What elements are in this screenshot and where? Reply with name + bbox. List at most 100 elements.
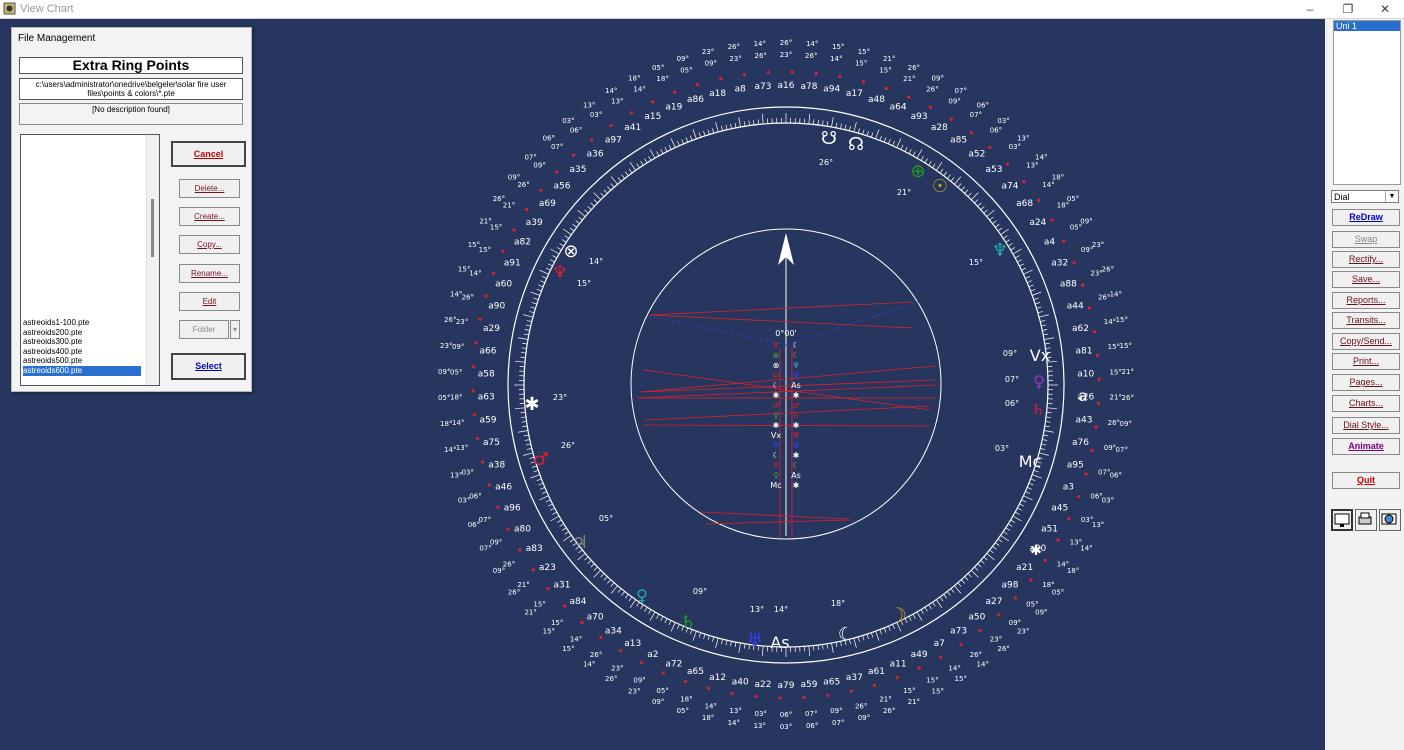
pages-button[interactable]: Pages... [1332,374,1400,391]
dial-style-button[interactable]: Dial Style... [1332,417,1400,434]
folder-button[interactable]: Folder [179,320,229,339]
asteroid-label: a75 [483,438,500,448]
degree-tick [533,469,539,473]
degree-tick [943,594,947,599]
chevron-down-icon[interactable]: ▼ [1385,191,1398,202]
outer-degree-label: 18° [680,696,692,704]
file-list-item[interactable]: astreoids300.pte [23,337,141,347]
minimize-button[interactable]: – [1291,0,1329,18]
svg-text:♅: ♅ [792,441,799,450]
edit-button[interactable]: Edit [179,292,240,311]
outer-degree-label: 07° [479,516,491,524]
scrollbar-thumb[interactable] [151,199,154,257]
dial-select[interactable]: Dial ▼ [1331,190,1399,203]
file-list-item[interactable]: astreoids1-100.pte [23,318,141,328]
degree-tick [1036,306,1042,309]
maximize-button[interactable]: ❐ [1329,0,1367,18]
svg-text:☾: ☾ [772,381,779,390]
svg-text:09°: 09° [1003,349,1017,358]
animate-button[interactable]: Animate [1332,438,1400,455]
outer-degree-label: 21° [883,55,895,63]
asteroid-label: a50 [968,612,985,622]
degree-tick [826,643,829,649]
asteroid-label: a24 [1029,218,1046,228]
redraw-button[interactable]: ReDraw [1332,209,1400,226]
svg-text:☾: ☾ [772,451,779,460]
degree-tick [1023,269,1033,275]
asteroid-label: a97 [605,136,622,146]
asteroid-mark [907,95,911,99]
outer-degree-label: 05° [656,687,668,695]
transits-button[interactable]: Transits... [1332,312,1400,329]
degree-tick [587,560,592,564]
file-list-item[interactable]: astreoids500.pte [23,356,141,366]
degree-tick [1017,259,1022,263]
outer-degree-label: 13° [754,722,766,730]
window-titlebar: View Chart – ❐ ✕ [0,0,1404,19]
degree-tick [522,425,528,428]
outer-degree-label: 15° [932,687,944,695]
printer-icon [1358,512,1372,525]
file-list[interactable]: astreoids1-100.pte astreoids200.pte astr… [20,134,160,386]
close-button[interactable]: ✕ [1366,0,1404,18]
degree-tick [707,635,710,641]
degree-tick [525,443,531,446]
vertex-label[interactable]: Vx [1030,346,1050,365]
degree-tick [831,642,834,653]
asteroid-mark [1097,377,1101,381]
create-button[interactable]: Create... [179,207,240,226]
dial-select-value: Dial [1334,192,1350,202]
rectify-button[interactable]: Rectify... [1332,251,1400,268]
folder-dropdown-button[interactable]: ▾ [230,320,240,339]
asteroid-label: a46 [495,482,512,492]
uranus-icon: ♅ [747,630,763,651]
outer-degree-label: 09° [508,174,520,182]
delete-button[interactable]: Delete... [179,179,240,198]
charts-button[interactable]: Charts... [1332,395,1400,412]
quit-button[interactable]: Quit [1332,472,1400,489]
file-management-dialog: File Management Extra Ring Points c:\use… [11,27,252,392]
ascendant-label[interactable]: As [770,633,789,652]
file-list-scrollbar[interactable] [146,135,159,385]
degree-tick [734,122,737,128]
degree-tick [995,542,1000,546]
reports-button[interactable]: Reports... [1332,292,1400,309]
save-button[interactable]: Save... [1332,271,1400,288]
rename-button[interactable]: Rename... [179,264,240,283]
swap-button[interactable]: Swap [1332,231,1400,248]
degree-tick [610,176,618,185]
moon-icon: ☾ [838,624,854,645]
chart-list[interactable]: Uni 1 [1333,20,1401,185]
outer-degree-label: 15° [533,601,545,609]
outer-degree-label: 15° [479,246,491,254]
degree-tick [989,216,994,221]
screen-view-button[interactable] [1331,509,1353,531]
degree-tick [1043,333,1049,336]
star-point-icon: ✱ [524,394,539,415]
print-view-button[interactable] [1355,509,1377,531]
outer-degree-label: 23° [729,55,741,63]
copy-send-button[interactable]: Copy/Send... [1332,333,1400,350]
degree-tick [808,114,811,125]
asteroid-mark [554,170,559,174]
svg-text:07°: 07° [1005,375,1019,384]
web-view-button[interactable] [1379,509,1401,531]
svg-text:As: As [791,381,801,390]
degree-tick [748,120,750,126]
cancel-button[interactable]: Cancel [171,141,246,167]
outer-degree-label: 09° [452,343,464,351]
outer-degree-label: 05° [1067,195,1079,203]
degree-tick [575,220,580,224]
file-list-item-selected[interactable]: astreoids600.pte [23,366,141,376]
print-button[interactable]: Print... [1332,353,1400,370]
chart-list-item[interactable]: Uni 1 [1334,21,1400,31]
select-button[interactable]: Select [171,353,246,380]
degree-tick [707,129,710,135]
outer-degree-label: 09° [1104,444,1116,452]
midheaven-label[interactable]: Mc [1019,452,1042,471]
asteroid-mark [1043,558,1047,562]
asteroid-label: a18 [709,89,726,99]
degree-tick [813,119,815,125]
degree-tick [1008,243,1013,247]
copy-button[interactable]: Copy... [179,235,240,254]
